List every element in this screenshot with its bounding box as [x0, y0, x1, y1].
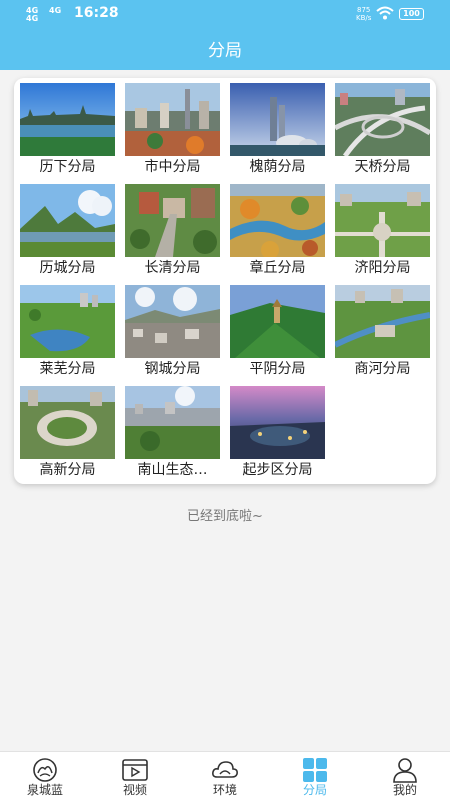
- branch-tile-pingyin[interactable]: 平阴分局: [230, 285, 325, 381]
- branch-photo: [20, 386, 115, 459]
- person-icon: [393, 758, 417, 783]
- branch-tile-changqing[interactable]: 长清分局: [125, 184, 220, 280]
- branch-photo: [20, 285, 115, 358]
- branch-card: 历下分局 市中分局 槐荫分局 天桥分局 历城分局 长清分局 章丘分局 济阳分局 …: [14, 78, 436, 484]
- branch-tile-shizhong[interactable]: 市中分局: [125, 83, 220, 179]
- branch-photo: [230, 386, 325, 459]
- branch-label: 槐荫分局: [249, 159, 306, 175]
- branch-label: 长清分局: [144, 260, 201, 276]
- page-title: 分局: [208, 41, 242, 61]
- grid-icon: [303, 758, 327, 782]
- branch-photo: [335, 83, 430, 156]
- video-player-icon: [122, 759, 148, 781]
- branch-label: 南山生态…: [137, 462, 208, 478]
- branch-label: 市中分局: [144, 159, 201, 175]
- tab-label: 视频: [122, 783, 147, 797]
- branch-tile-zhangqiu[interactable]: 章丘分局: [230, 184, 325, 280]
- branch-photo: [20, 184, 115, 257]
- tab-wode[interactable]: 我的: [360, 752, 450, 800]
- branch-tile-licheng[interactable]: 历城分局: [20, 184, 115, 280]
- tab-label: 分局: [302, 783, 327, 797]
- branch-tile-laiwu[interactable]: 莱芜分局: [20, 285, 115, 381]
- branch-photo: [125, 184, 220, 257]
- branch-photo: [230, 285, 325, 358]
- tab-huanjing[interactable]: 环境: [180, 752, 270, 800]
- branch-tile-shanghe[interactable]: 商河分局: [335, 285, 430, 381]
- branch-label: 章丘分局: [249, 260, 306, 276]
- cloud-icon: [212, 761, 238, 778]
- tab-label: 环境: [212, 783, 237, 797]
- branch-tile-huaiyin[interactable]: 槐荫分局: [230, 83, 325, 179]
- branch-tile-qibuqu[interactable]: 起步区分局: [230, 386, 325, 482]
- branch-label: 起步区分局: [242, 462, 313, 478]
- app-header: 4G 4G 4G 16:28 875 KB/s 100 分局: [0, 0, 450, 70]
- branch-tile-gaoxin[interactable]: 高新分局: [20, 386, 115, 482]
- branch-tile-lixia[interactable]: 历下分局: [20, 83, 115, 179]
- branch-tile-gangcheng[interactable]: 钢城分局: [125, 285, 220, 381]
- bottom-tab-bar: 泉城蓝 视频 环境 分局 我的: [0, 751, 450, 800]
- branch-photo: [125, 83, 220, 156]
- status-time: 16:28: [74, 5, 119, 21]
- branch-label: 历下分局: [39, 159, 96, 175]
- branch-photo: [335, 285, 430, 358]
- branch-label: 莱芜分局: [39, 361, 96, 377]
- network-speed-unit: KB/s: [356, 14, 372, 22]
- tab-fenju[interactable]: 分局: [270, 752, 360, 800]
- branch-label: 历城分局: [39, 260, 96, 276]
- network-indicator: 4G 4G: [26, 7, 38, 23]
- branch-photo: [125, 285, 220, 358]
- branch-tile-tianqiao[interactable]: 天桥分局: [335, 83, 430, 179]
- city-logo-icon: [33, 758, 57, 782]
- network-label-bottom: 4G: [26, 14, 39, 23]
- branch-photo: [335, 184, 430, 257]
- network-speed-value: 875: [357, 6, 371, 14]
- branch-grid: 历下分局 市中分局 槐荫分局 天桥分局 历城分局 长清分局 章丘分局 济阳分局 …: [20, 83, 430, 482]
- branch-photo: [125, 386, 220, 459]
- branch-tile-nanshan[interactable]: 南山生态…: [125, 386, 220, 482]
- wifi-icon: [376, 6, 394, 20]
- branch-photo: [230, 184, 325, 257]
- branch-label: 商河分局: [354, 361, 411, 377]
- tab-label: 我的: [392, 783, 417, 797]
- branch-label: 高新分局: [39, 462, 96, 478]
- branch-label: 济阳分局: [354, 260, 411, 276]
- network-speed: 875 KB/s: [356, 6, 371, 22]
- branch-label: 天桥分局: [354, 159, 411, 175]
- tab-shipin[interactable]: 视频: [90, 752, 180, 800]
- tab-quanchenglan[interactable]: 泉城蓝: [0, 752, 90, 800]
- battery-indicator: 100: [399, 8, 424, 20]
- branch-label: 平阴分局: [249, 361, 306, 377]
- branch-photo: [230, 83, 325, 156]
- network-label-right: 4G: [49, 6, 62, 15]
- end-of-list-note: 已经到底啦~: [187, 509, 263, 524]
- status-bar: 4G 4G 4G 16:28 875 KB/s 100: [0, 0, 450, 28]
- branch-label: 钢城分局: [144, 361, 201, 377]
- branch-tile-jiyang[interactable]: 济阳分局: [335, 184, 430, 280]
- branch-photo: [20, 83, 115, 156]
- tab-label: 泉城蓝: [26, 783, 63, 797]
